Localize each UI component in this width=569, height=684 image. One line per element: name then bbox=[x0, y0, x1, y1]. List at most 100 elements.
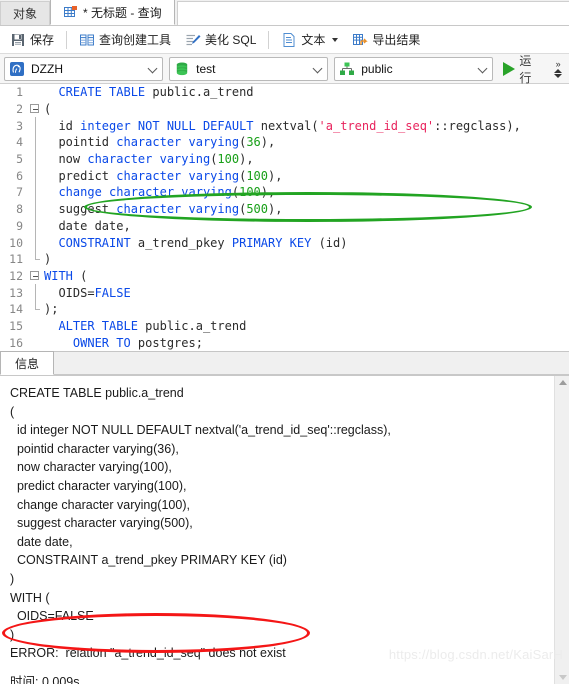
line-number: 12 bbox=[9, 268, 23, 283]
schema-select[interactable]: public bbox=[334, 56, 494, 81]
code-line[interactable]: 12 WITH ( bbox=[0, 268, 569, 285]
fold-collapse-icon[interactable] bbox=[30, 104, 39, 114]
code-line[interactable]: 4 pointid character varying(36), bbox=[0, 134, 569, 151]
beautify-sql-label: 美化 SQL bbox=[205, 33, 257, 47]
line-number: 10 bbox=[9, 235, 23, 250]
fold-gutter bbox=[28, 234, 44, 251]
chevron-down-icon[interactable] bbox=[332, 37, 339, 42]
fold-gutter bbox=[28, 200, 44, 218]
code-line[interactable]: 7 change character varying(100), bbox=[0, 184, 569, 201]
tab-untitled-query[interactable]: * 无标题 - 查询 bbox=[50, 0, 175, 25]
code-line[interactable]: 1 CREATE TABLE public.a_trend bbox=[0, 84, 569, 101]
code-line[interactable]: 8 suggest character varying(500), bbox=[0, 200, 569, 218]
line-number: 16 bbox=[9, 335, 23, 350]
code-token: OIDS= bbox=[44, 285, 95, 300]
query-toolbar: 保存 查询创建工具 美化 SQL 文本 导出结果 bbox=[0, 26, 569, 54]
code-token: character varying bbox=[109, 185, 232, 200]
code-line-text: ); bbox=[44, 302, 569, 316]
line-number: 14 bbox=[9, 302, 23, 317]
fold-guide-line bbox=[34, 284, 36, 301]
line-number: 3 bbox=[16, 118, 23, 133]
code-line-text: pointid character varying(36), bbox=[44, 135, 569, 149]
scroll-up-icon[interactable] bbox=[558, 380, 567, 385]
code-line[interactable]: 6 predict character varying(100), bbox=[0, 167, 569, 185]
code-token: (id) bbox=[311, 235, 348, 250]
tab-messages[interactable]: 信息 bbox=[0, 351, 55, 375]
code-line[interactable]: 13 OIDS=FALSE bbox=[0, 284, 569, 301]
scroll-down-icon[interactable] bbox=[558, 675, 567, 680]
beautify-sql-button[interactable]: 美化 SQL bbox=[179, 28, 262, 52]
code-line[interactable]: 10 CONSTRAINT a_trend_pkey PRIMARY KEY (… bbox=[0, 234, 569, 251]
code-line[interactable]: 9 date date, bbox=[0, 217, 569, 235]
code-line-text: suggest character varying(500), bbox=[44, 202, 569, 216]
fold-guide-line bbox=[34, 200, 36, 218]
chevron-down-icon[interactable] bbox=[314, 64, 323, 73]
fold-guide-line bbox=[34, 150, 36, 168]
fold-gutter[interactable] bbox=[28, 101, 44, 118]
line-number: 1 bbox=[16, 85, 23, 100]
save-button[interactable]: 保存 bbox=[4, 28, 60, 52]
code-line[interactable]: 15 ALTER TABLE public.a_trend bbox=[0, 318, 569, 335]
code-token: id bbox=[44, 118, 81, 133]
code-line-text: id integer NOT NULL DEFAULT nextval('a_t… bbox=[44, 119, 569, 133]
fold-gutter[interactable] bbox=[28, 268, 44, 285]
connection-select[interactable]: DZZH bbox=[4, 56, 164, 81]
code-line[interactable]: 3 id integer NOT NULL DEFAULT nextval('a… bbox=[0, 117, 569, 135]
results-messages-panel[interactable]: CREATE TABLE public.a_trend ( id integer… bbox=[0, 376, 569, 684]
code-token: 'a_trend_id_seq' bbox=[318, 118, 435, 133]
results-vertical-scrollbar[interactable] bbox=[554, 376, 569, 684]
query-builder-icon bbox=[79, 32, 95, 48]
code-line-text: predict character varying(100), bbox=[44, 169, 569, 183]
sql-editor-lines[interactable]: 1 CREATE TABLE public.a_trend 2(3 id inte… bbox=[0, 84, 569, 352]
fold-collapse-icon[interactable] bbox=[30, 271, 39, 281]
sql-query-window: 对象 * 无标题 - 查询 保存 查询创建工具 美化 SQL 文本 导出结果 D… bbox=[0, 0, 569, 684]
code-token: 100 bbox=[217, 152, 240, 167]
code-line[interactable]: 2( bbox=[0, 101, 569, 118]
postgres-elephant-icon bbox=[9, 61, 25, 77]
line-number: 11 bbox=[9, 252, 23, 267]
fold-guide-line bbox=[34, 134, 36, 151]
query-builder-button[interactable]: 查询创建工具 bbox=[73, 28, 177, 52]
code-line-text: ALTER TABLE public.a_trend bbox=[44, 319, 569, 333]
code-token: postgres; bbox=[130, 335, 203, 350]
toolbar-overflow-button[interactable]: » bbox=[551, 59, 565, 78]
tab-bar-filler bbox=[176, 1, 569, 25]
fold-gutter bbox=[28, 284, 44, 301]
code-token: ::regclass), bbox=[434, 118, 521, 133]
fold-gutter bbox=[28, 334, 44, 351]
code-line[interactable]: 17 bbox=[0, 351, 569, 352]
code-token: ), bbox=[268, 202, 283, 217]
database-select-value: test bbox=[196, 61, 216, 76]
text-format-button[interactable]: 文本 bbox=[275, 28, 344, 52]
code-token: character varying bbox=[116, 202, 240, 217]
code-line-text: CONSTRAINT a_trend_pkey PRIMARY KEY (id) bbox=[44, 236, 569, 250]
line-number: 8 bbox=[16, 202, 23, 217]
code-line[interactable]: 14); bbox=[0, 300, 569, 318]
run-query-button[interactable]: 运行 bbox=[499, 52, 543, 86]
chevron-down-icon[interactable] bbox=[149, 64, 158, 73]
schema-icon bbox=[339, 61, 355, 77]
export-results-button[interactable]: 导出结果 bbox=[346, 28, 426, 52]
code-token: CONSTRAINT bbox=[58, 235, 131, 250]
chevron-down-icon[interactable] bbox=[479, 64, 488, 73]
code-line[interactable]: 16 OWNER TO postgres; bbox=[0, 334, 569, 351]
connection-select-value: DZZH bbox=[31, 61, 63, 76]
code-line[interactable]: 11) bbox=[0, 250, 569, 268]
code-token: ); bbox=[44, 302, 59, 317]
fold-gutter bbox=[28, 250, 44, 268]
code-line-text: CREATE TABLE public.a_trend bbox=[44, 85, 569, 99]
code-line-text: date date, bbox=[44, 219, 569, 233]
code-line-text: WITH ( bbox=[44, 269, 569, 283]
tab-objects[interactable]: 对象 bbox=[0, 1, 51, 25]
code-token: now bbox=[44, 152, 88, 167]
code-token: 100 bbox=[246, 168, 268, 183]
database-select[interactable]: test bbox=[169, 56, 329, 81]
overflow-down-icon[interactable] bbox=[554, 73, 563, 78]
sql-editor[interactable]: 1 CREATE TABLE public.a_trend 2(3 id inte… bbox=[0, 84, 569, 352]
overflow-up-icon[interactable] bbox=[554, 68, 563, 73]
line-number: 15 bbox=[9, 318, 23, 333]
code-line[interactable]: 5 now character varying(100), bbox=[0, 150, 569, 168]
code-token: ALTER TABLE bbox=[58, 318, 138, 333]
